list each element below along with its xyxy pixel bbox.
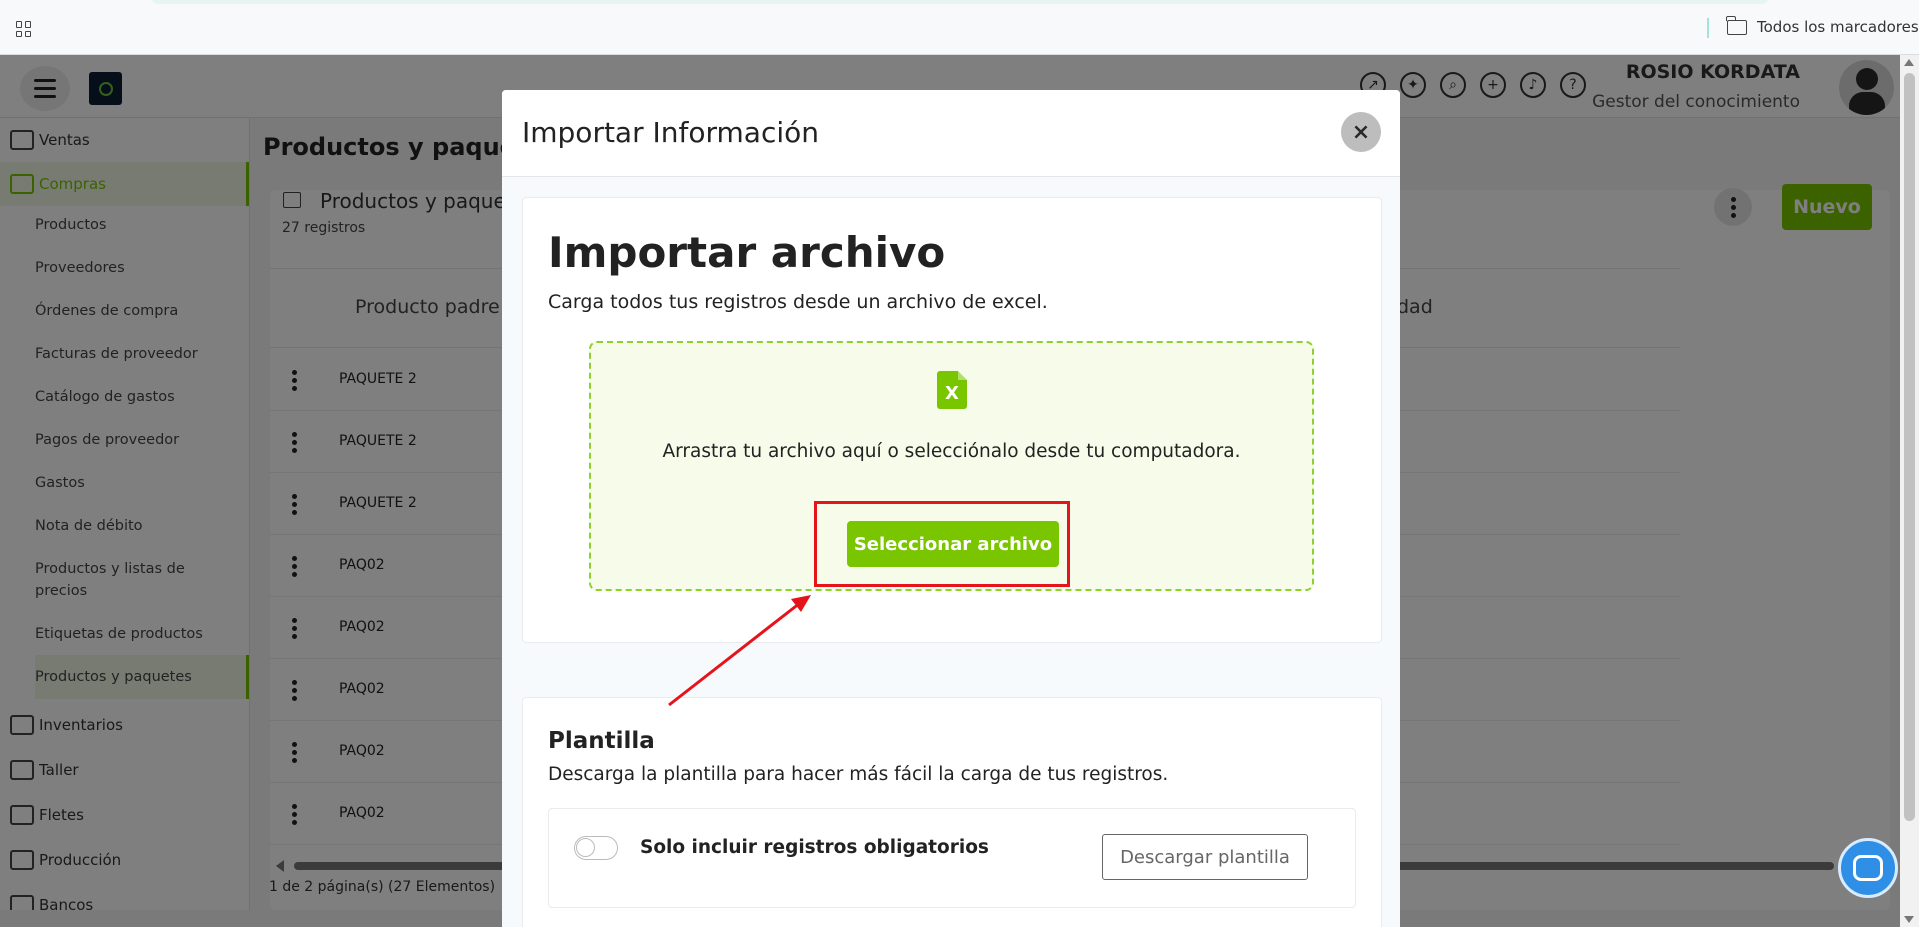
required-only-toggle[interactable] [574,836,618,860]
address-bar[interactable] [150,0,1770,4]
required-only-label: Solo incluir registros obligatorios [640,837,989,858]
toggle-knob [576,838,595,857]
browser-bookmark-bar: Todos los marcadores [0,0,1919,55]
scroll-down-icon[interactable] [1904,916,1914,923]
chat-support-button[interactable] [1838,838,1898,898]
import-modal: Importar Información × Importar archivo … [502,90,1400,927]
page-vertical-scrollbar[interactable] [1900,55,1919,927]
scroll-up-icon[interactable] [1904,59,1914,66]
annotation-arrow-shaft [668,601,801,707]
all-bookmarks-button[interactable]: Todos los marcadores [1726,15,1919,36]
import-title: Importar archivo [548,228,946,277]
scrollbar-thumb[interactable] [1904,73,1915,821]
template-title: Plantilla [548,728,655,754]
template-section: Plantilla Descarga la plantilla para hac… [522,697,1382,927]
annotation-arrow [668,595,811,707]
all-bookmarks-label: Todos los marcadores [1757,18,1919,36]
bookmark-divider [1707,18,1709,38]
dropzone-text: Arrastra tu archivo aquí o selecciónalo … [662,441,1241,462]
modal-header: Importar Información × [502,90,1400,177]
chat-icon [1853,855,1883,881]
select-file-button[interactable]: Seleccionar archivo [847,521,1059,567]
apps-grid-icon[interactable] [16,21,32,37]
import-file-section: Importar archivo Carga todos tus registr… [522,197,1382,643]
excel-file-icon: X [937,371,967,409]
file-dropzone[interactable]: X Arrastra tu archivo aquí o selecciónal… [589,341,1314,591]
import-subtitle: Carga todos tus registros desde un archi… [548,291,1048,313]
template-options: Solo incluir registros obligatorios Desc… [548,808,1356,908]
template-subtitle: Descarga la plantilla para hacer más fác… [548,764,1169,785]
close-button[interactable]: × [1341,112,1381,152]
folder-icon [1726,15,1747,35]
download-template-button[interactable]: Descargar plantilla [1102,834,1308,880]
modal-title: Importar Información [522,116,819,149]
modal-body: Importar archivo Carga todos tus registr… [502,177,1400,927]
